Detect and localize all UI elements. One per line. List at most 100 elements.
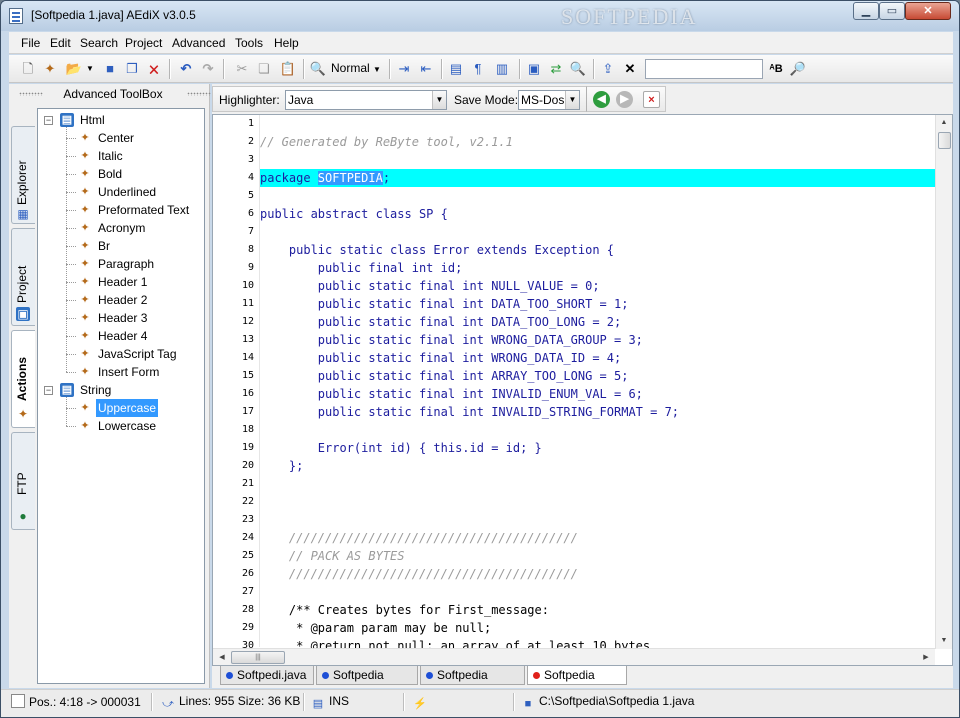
back-icon[interactable]: ◀ [593,91,610,108]
code-line[interactable] [260,583,936,601]
redo-icon[interactable]: ↷ [199,60,217,78]
maximize-button[interactable]: ▭ [879,2,905,20]
code-line[interactable]: public static final int INVALID_ENUM_VAL… [260,385,936,403]
dropdown-arrow-icon[interactable]: ▼ [85,60,95,78]
code-line[interactable]: public static final int WRONG_DATA_GROUP… [260,331,936,349]
code-line[interactable]: package SOFTPEDIA; [260,169,936,187]
code-line[interactable]: public static final int NULL_VALUE = 0; [260,277,936,295]
code-line[interactable]: public static final int DATA_TOO_SHORT =… [260,295,936,313]
code-line[interactable] [260,223,936,241]
doc-tab[interactable]: Softpedia (3).txt [420,666,525,701]
code-line[interactable]: // PACK AS BYTES [260,547,936,565]
doc-tab[interactable]: Softpedi.java [220,666,314,685]
code-area[interactable]: // Generated by ReByte tool, v2.1.1 packa… [259,115,936,653]
code-line[interactable]: /** Creates bytes for First_message: [260,601,936,619]
outdent-icon[interactable]: ⇤ [417,60,435,78]
tab-actions[interactable]: Actions ✦ [11,330,35,428]
code-line[interactable]: // Generated by ReByte tool, v2.1.1 [260,133,936,151]
preview-icon[interactable]: ▣ [525,60,543,78]
code-line[interactable]: }; [260,457,936,475]
menu-tools[interactable]: Tools [235,36,263,50]
cut-icon[interactable]: ✂ [233,60,251,78]
search-input[interactable] [645,59,763,79]
menu-advanced[interactable]: Advanced [172,36,225,50]
tab-explorer[interactable]: Explorer ▦ [11,126,35,224]
close-file-icon[interactable]: 🗙 [145,60,163,78]
scroll-up-icon[interactable]: ▲ [936,116,952,130]
menu-search[interactable]: Search [80,36,118,50]
copy-icon[interactable]: ❏ [255,60,273,78]
collapse-icon[interactable]: − [44,116,53,125]
replace-icon[interactable]: ⇄ [547,60,565,78]
minimize-button[interactable]: ▁ [853,2,879,20]
magic-wand-icon: ✦ [80,132,90,144]
code-line[interactable] [260,187,936,205]
code-line[interactable] [260,511,936,529]
code-line[interactable]: //////////////////////////////////////// [260,529,936,547]
code-line[interactable]: public static final int INVALID_STRING_F… [260,403,936,421]
code-line[interactable] [260,151,936,169]
code-line[interactable]: Error(int id) { this.id = id; } [260,439,936,457]
selected-text[interactable]: SOFTPEDIA [317,171,383,185]
code-line[interactable] [260,493,936,511]
spell-check-icon[interactable]: ᴬB [767,60,785,78]
find-icon[interactable]: 🔍 [309,60,327,78]
code-line[interactable]: public static final int DATA_TOO_LONG = … [260,313,936,331]
code-line[interactable]: public static final int ARRAY_TOO_LONG =… [260,367,936,385]
scroll-down-icon[interactable]: ▼ [936,634,952,648]
menu-file[interactable]: File [21,36,40,50]
doc-tab[interactable]: Softpedia 1.java [527,666,627,701]
code-line[interactable]: public abstract class SP { [260,205,936,223]
forward-icon[interactable]: ▶ [616,91,633,108]
style-select[interactable]: Normal ▼ [331,61,381,75]
code-line[interactable]: public final int id; [260,259,936,277]
code-editor[interactable]: 1 2 3 4 5 6 7 8 9 10 11 12 13 14 15 16 17 18 19 20 21 22 23 24 2… [212,114,953,666]
scroll-right-icon[interactable]: ▶ [919,651,933,665]
collapse-icon[interactable]: − [44,386,53,395]
code-line[interactable]: public static final int WRONG_DATA_ID = … [260,349,936,367]
code-line[interactable]: //////////////////////////////////////// [260,565,936,583]
side-tabs: Explorer ▦ Project ▣ Actions ✦ FTP ● [11,106,35,686]
scroll-left-icon[interactable]: ◀ [215,651,229,665]
code-line[interactable]: * @param param may be null; [260,619,936,637]
magic-wand-icon: ✦ [80,276,90,288]
close-search-icon[interactable]: ✕ [621,60,639,78]
menu-help[interactable]: Help [274,36,299,50]
code-line[interactable] [260,421,936,439]
status-activity: ⚡ [413,694,431,711]
vertical-scrollbar[interactable]: ▲ ▼ [935,115,952,649]
hscroll-thumb[interactable]: ||| [231,651,285,664]
new-file-icon[interactable]: 🗋 [19,60,37,78]
doc-tab[interactable]: Softpedia (2).txt [316,666,418,701]
export-icon[interactable]: ⇪ [599,60,617,78]
format-icon[interactable]: ▥ [493,60,511,78]
close-document-icon[interactable]: × [643,91,660,108]
find-next-icon[interactable]: 🔍 [569,60,587,78]
close-button[interactable]: ✕ [905,2,951,20]
menu-project[interactable]: Project [125,36,162,50]
line-number: 19 [241,442,254,453]
search-zoom-icon[interactable]: 🔎 [789,60,807,78]
menu-edit[interactable]: Edit [50,36,71,50]
code-line[interactable]: public static class Error extends Except… [260,241,936,259]
paragraph-icon[interactable]: ¶ [469,60,487,78]
code-line[interactable] [260,115,936,133]
tab-project[interactable]: Project ▣ [11,228,35,326]
code-line[interactable] [260,475,936,493]
document-icon[interactable]: ▤ [447,60,465,78]
tab-ftp[interactable]: FTP ● [11,432,35,530]
line-number: 17 [241,406,254,417]
save-icon[interactable]: ■ [101,60,119,78]
indent-icon[interactable]: ⇥ [395,60,413,78]
horizontal-scrollbar[interactable]: ◀ ||| ▶ [213,648,935,665]
undo-icon[interactable]: ↶ [177,60,195,78]
open-folder-icon[interactable]: 📂 [65,60,83,78]
save-all-icon[interactable]: ❐ [123,60,141,78]
save-mode-select[interactable]: MS-Dos ▼ [518,90,580,110]
magic-wand-icon[interactable]: ✦ [41,60,59,78]
scroll-thumb[interactable] [938,132,951,149]
line-number: 27 [241,586,254,597]
line-number: 6 [247,208,254,219]
highlighter-select[interactable]: Java ▼ [285,90,447,110]
paste-icon[interactable]: 📋 [279,60,297,78]
